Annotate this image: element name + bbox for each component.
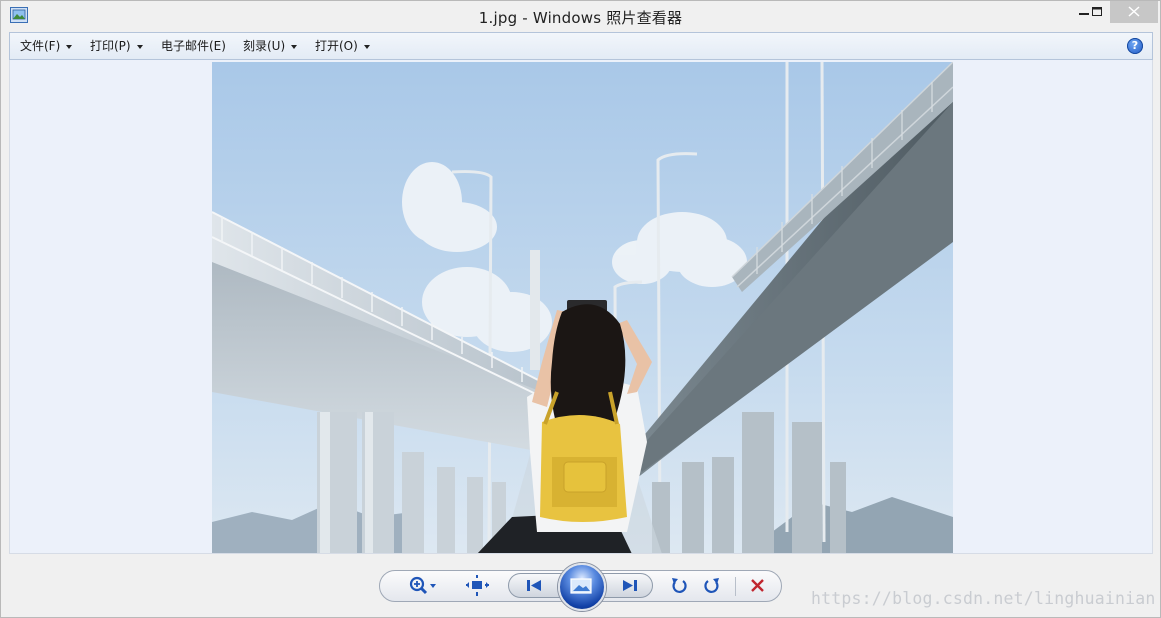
zoom-button[interactable] — [406, 571, 440, 601]
photo-viewer-window: 1.jpg - Windows 照片查看器 文件(F) 打印(P) 电子邮件(E… — [0, 0, 1161, 618]
help-icon[interactable]: ? — [1127, 38, 1143, 54]
viewer-toolbar — [379, 563, 782, 611]
title-bar: 1.jpg - Windows 照片查看器 — [1, 1, 1160, 31]
next-icon — [623, 580, 637, 591]
actual-size-icon — [466, 575, 489, 596]
previous-button[interactable] — [520, 571, 550, 601]
slideshow-button[interactable] — [558, 563, 606, 611]
close-button[interactable] — [1110, 1, 1158, 23]
menu-open[interactable]: 打开(O) — [315, 33, 370, 59]
menu-email-label: 电子邮件(E) — [161, 39, 226, 53]
rotate-clockwise-button[interactable] — [700, 571, 724, 601]
photo-illustration — [212, 62, 953, 553]
menu-bar: 文件(F) 打印(P) 电子邮件(E) 刻录(U) 打开(O) ? — [9, 32, 1153, 60]
image-viewport — [9, 60, 1153, 554]
window-title: 1.jpg - Windows 照片查看器 — [478, 9, 683, 27]
rotate-counterclockwise-button[interactable] — [667, 571, 691, 601]
menu-file[interactable]: 文件(F) — [20, 33, 73, 59]
chevron-down-icon — [136, 44, 143, 49]
actual-size-button[interactable] — [464, 571, 492, 601]
chevron-down-icon — [66, 44, 73, 49]
menu-print[interactable]: 打印(P) — [90, 33, 143, 59]
rotate-counterclockwise-icon — [672, 578, 687, 593]
delete-icon — [751, 579, 764, 592]
delete-button[interactable] — [746, 571, 770, 601]
watermark-text: https://blog.csdn.net/linghuainian — [811, 589, 1156, 608]
chevron-down-icon — [363, 44, 370, 49]
toolbar-divider — [735, 577, 736, 596]
zoom-icon — [409, 576, 436, 595]
menu-email[interactable]: 电子邮件(E) — [161, 33, 226, 59]
menu-burn[interactable]: 刻录(U) — [243, 33, 298, 59]
menu-open-label: 打开(O) — [315, 39, 358, 53]
slideshow-icon — [570, 578, 592, 594]
menu-burn-label: 刻录(U) — [243, 39, 286, 53]
chevron-down-icon — [291, 44, 298, 49]
menu-file-label: 文件(F) — [20, 39, 61, 53]
previous-icon — [527, 580, 541, 591]
menu-print-label: 打印(P) — [90, 39, 131, 53]
next-button[interactable] — [614, 571, 644, 601]
rotate-clockwise-icon — [704, 578, 719, 593]
photo-viewer-image — [212, 62, 953, 553]
